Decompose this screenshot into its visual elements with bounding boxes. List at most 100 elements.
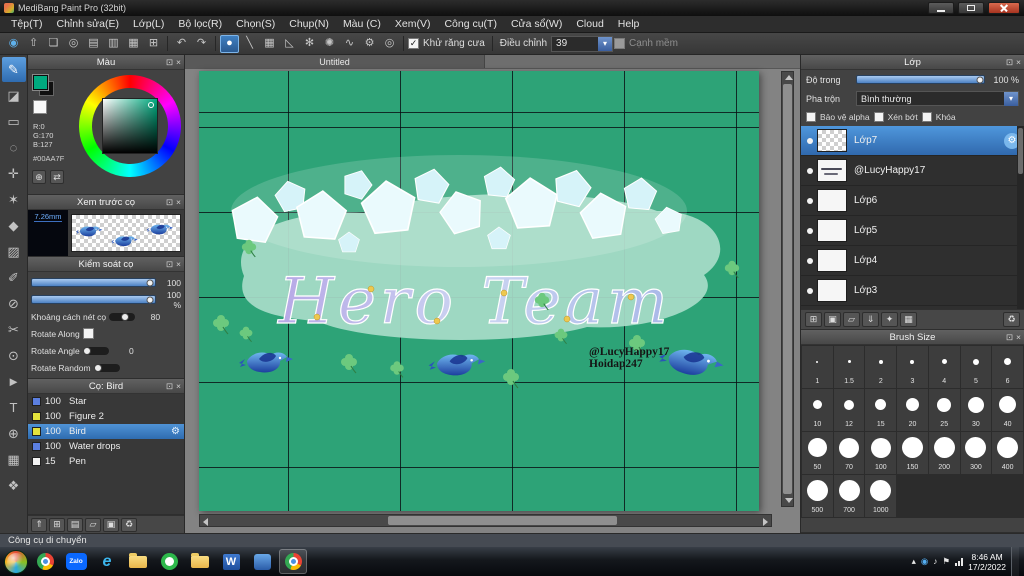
adjust-dropdown[interactable]: 39 ▾ <box>551 35 614 52</box>
drawing-canvas[interactable]: Hero Team @LucyHappy17 Hoidap247 <box>199 71 759 511</box>
brush-size-option[interactable]: 40 <box>992 389 1023 431</box>
text-tool[interactable]: T <box>2 395 26 420</box>
brush-size-slider[interactable] <box>31 278 156 287</box>
brush-size-option[interactable]: 10 <box>802 389 833 431</box>
layer-folder-icon[interactable]: ▱ <box>843 312 860 327</box>
marquee-tool[interactable]: ▭ <box>2 109 26 134</box>
layer-opacity-slider[interactable] <box>856 75 985 84</box>
menu-filter[interactable]: Bộ lọc(R) <box>171 17 229 31</box>
dropdown-arrow-icon[interactable]: ▾ <box>598 36 613 51</box>
brush-size-option[interactable]: 2 <box>865 346 897 388</box>
layer-visibility-toggle[interactable] <box>807 257 813 264</box>
taskbar-word-icon[interactable]: W <box>217 549 245 574</box>
move-tool[interactable]: ✛ <box>2 161 26 186</box>
magic-wand-tool[interactable]: ✶ <box>2 187 26 212</box>
popout-icon[interactable]: ⊡ <box>166 56 173 69</box>
popout-icon[interactable]: ⊡ <box>1006 331 1013 344</box>
soft-edge-checkbox[interactable] <box>614 38 626 49</box>
add-layer-icon[interactable]: ⊞ <box>805 312 822 327</box>
document-tab[interactable]: Untitled <box>185 55 485 68</box>
operation-tool[interactable]: ► <box>2 369 26 394</box>
curve-snap-icon[interactable]: ∿ <box>340 35 359 53</box>
layer-visibility-toggle[interactable] <box>807 227 813 234</box>
brush-size-option[interactable]: 1000 <box>865 475 897 517</box>
brush-folder-icon[interactable]: ▱ <box>85 517 101 532</box>
layer-list-scrollbar[interactable] <box>1017 126 1024 309</box>
perspective-snap-icon[interactable]: ◺ <box>280 35 299 53</box>
menu-snap[interactable]: Chụp(N) <box>282 17 336 31</box>
taskbar-app-icon[interactable] <box>248 549 276 574</box>
rotate-random-slider[interactable] <box>93 363 120 372</box>
minimize-button[interactable] <box>928 2 954 14</box>
close-button[interactable] <box>988 2 1020 14</box>
snowflake-snap-icon[interactable]: ✻ <box>300 35 319 53</box>
brush-size-option[interactable]: 20 <box>897 389 928 431</box>
layer-row-lucyhappy[interactable]: @LucyHappy17 <box>801 156 1024 186</box>
delete-brush-icon[interactable]: ♻ <box>121 517 137 532</box>
select-eraser-tool[interactable]: ⊘ <box>2 291 26 316</box>
primary-color-swatch[interactable] <box>32 74 49 91</box>
layer-row-lop4[interactable]: Lớp4 <box>801 246 1024 276</box>
network-icon[interactable] <box>955 557 964 566</box>
paint-tool-icon[interactable]: ◉ <box>4 35 23 53</box>
snap-settings-gear-icon[interactable]: ⚙ <box>360 35 379 53</box>
brush-settings-gear-icon[interactable]: ⚙ <box>171 426 180 437</box>
brush-item-figure2[interactable]: 100 Figure 2 <box>28 409 184 424</box>
layer-visibility-toggle[interactable] <box>807 167 813 174</box>
close-panel-icon[interactable]: × <box>176 380 181 393</box>
horizontal-scroll-thumb[interactable] <box>388 516 617 525</box>
brush-size-option[interactable]: 15 <box>865 389 897 431</box>
export-icon[interactable]: ⇧ <box>24 35 43 53</box>
layer-visibility-toggle[interactable] <box>807 197 813 204</box>
brush-size-option[interactable]: 100 <box>865 432 897 474</box>
undo-button[interactable]: ↶ <box>172 35 191 53</box>
divide-tool[interactable]: ✂ <box>2 317 26 342</box>
bucket-tool[interactable]: ◆ <box>2 213 26 238</box>
menu-view[interactable]: Xem(V) <box>388 17 438 31</box>
brush-size-option[interactable]: 30 <box>960 389 992 431</box>
vertical-scrollbar[interactable] <box>781 71 794 507</box>
brush-size-option[interactable]: 700 <box>833 475 865 517</box>
brush-shape-icon[interactable]: ● <box>220 34 239 53</box>
close-panel-icon[interactable]: × <box>1016 331 1021 344</box>
brush-size-option[interactable]: 12 <box>833 389 865 431</box>
vertical-scroll-thumb[interactable] <box>783 84 792 494</box>
show-desktop-button[interactable] <box>1011 547 1019 576</box>
start-button[interactable] <box>4 549 28 574</box>
brush-tool[interactable]: ✎ <box>1 57 26 82</box>
merge-down-icon[interactable]: ⇓ <box>862 312 879 327</box>
grid-icon[interactable]: ▦ <box>124 35 143 53</box>
close-panel-icon[interactable]: × <box>176 258 181 271</box>
crosshair-icon[interactable]: ◎ <box>380 35 399 53</box>
line-snap-icon[interactable]: ╲ <box>240 35 259 53</box>
taskbar-medibang-icon[interactable] <box>279 549 307 574</box>
preview-icon[interactable]: ◎ <box>64 35 83 53</box>
brush-opacity-slider[interactable] <box>31 295 156 304</box>
volume-icon[interactable]: ♪ <box>933 557 937 566</box>
clipping-checkbox[interactable] <box>873 112 884 122</box>
close-panel-icon[interactable]: × <box>1016 56 1021 69</box>
brush-size-option[interactable]: 25 <box>928 389 960 431</box>
brush-item-waterdrops[interactable]: 100 Water drops <box>28 439 184 454</box>
saturation-value-square[interactable] <box>102 98 158 154</box>
add-brush-icon[interactable]: ⊞ <box>49 517 65 532</box>
layer-row-lop7[interactable]: Lớp7 ⚙ <box>801 126 1024 156</box>
spacing-slider[interactable] <box>109 312 136 321</box>
maximize-button[interactable] <box>958 2 984 14</box>
brush-size-option[interactable]: 4 <box>928 346 960 388</box>
document-icon[interactable]: ▤ <box>84 35 103 53</box>
close-panel-icon[interactable]: × <box>176 56 181 69</box>
layer-visibility-toggle[interactable] <box>807 287 813 294</box>
eraser-tool[interactable]: ◪ <box>2 83 26 108</box>
taskbar-clock[interactable]: 8:46 AM 17/2/2022 <box>968 552 1006 572</box>
lock-checkbox[interactable] <box>921 112 932 122</box>
taskbar-ie-icon[interactable]: e <box>93 549 121 574</box>
tray-app-icon[interactable]: ◉ <box>921 557 928 566</box>
taskbar-folder-icon[interactable] <box>124 549 152 574</box>
comment-icon[interactable]: ❏ <box>44 35 63 53</box>
brush-size-option[interactable]: 1 <box>802 346 833 388</box>
brush-size-option[interactable]: 200 <box>928 432 960 474</box>
edit-brush-icon[interactable]: ▤ <box>67 517 83 532</box>
radial-snap-icon[interactable]: ✺ <box>320 35 339 53</box>
brush-size-option[interactable]: 3 <box>897 346 928 388</box>
